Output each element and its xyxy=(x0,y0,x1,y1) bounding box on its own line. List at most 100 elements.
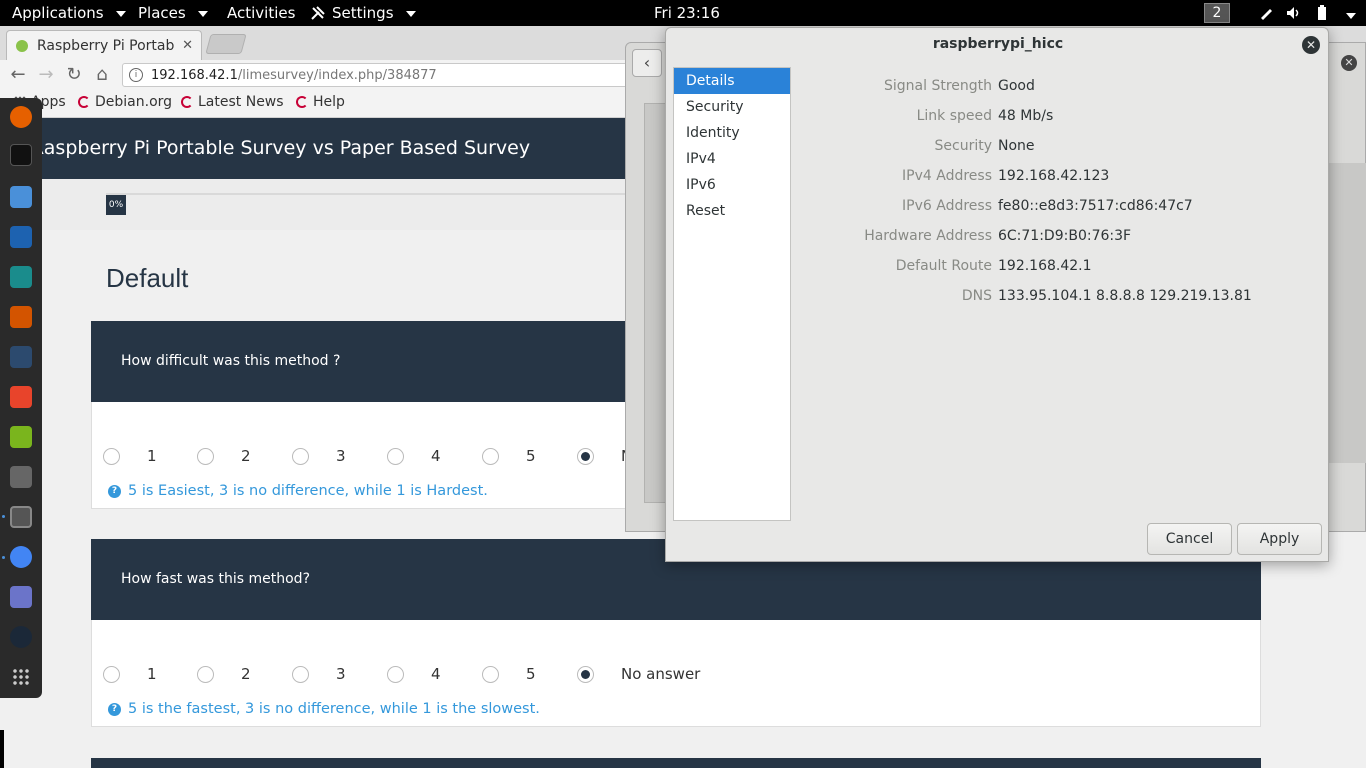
text-editor-icon[interactable] xyxy=(10,586,32,608)
answer-option-no-answer[interactable]: N xyxy=(577,447,632,465)
answer-option-no-answer[interactable]: No answer xyxy=(577,665,700,683)
chevron-down-icon[interactable] xyxy=(1346,13,1356,19)
answer-option[interactable]: 4 xyxy=(387,665,441,683)
radio-button[interactable] xyxy=(387,665,404,683)
show-applications-icon[interactable] xyxy=(12,668,30,686)
workspace-indicator[interactable]: 2 xyxy=(1204,3,1230,23)
radio-button-selected[interactable] xyxy=(577,447,594,465)
terminal-icon[interactable] xyxy=(10,144,32,166)
sidebar-item-ipv4[interactable]: IPv4 xyxy=(674,146,790,172)
detail-label: Link speed xyxy=(916,108,992,124)
running-indicator xyxy=(2,556,5,559)
bookmark-help[interactable]: Help xyxy=(296,94,345,110)
armitage-icon[interactable] xyxy=(10,266,32,288)
answer-option[interactable]: 1 xyxy=(103,665,157,683)
answer-option[interactable]: 5 xyxy=(482,447,536,465)
radio-button[interactable] xyxy=(292,447,309,465)
sidebar-item-ipv6[interactable]: IPv6 xyxy=(674,172,790,198)
question-answers: 1 2 3 4 5 No answer ? 5 is the fastest, 3… xyxy=(91,620,1261,727)
answer-option[interactable]: 2 xyxy=(197,665,251,683)
question-help: ? 5 is the fastest, 3 is no difference, w… xyxy=(108,701,540,717)
answer-option[interactable]: 4 xyxy=(387,447,441,465)
radio-button[interactable] xyxy=(482,665,499,683)
info-icon[interactable]: i xyxy=(129,68,143,82)
radio-button[interactable] xyxy=(103,447,120,465)
places-label: Places xyxy=(138,4,186,22)
back-icon[interactable]: ← xyxy=(8,65,28,85)
option-label: 4 xyxy=(431,665,441,683)
applications-menu[interactable]: Applications xyxy=(12,4,126,22)
battery-icon[interactable] xyxy=(1314,5,1330,21)
home-icon[interactable]: ⌂ xyxy=(92,65,112,85)
volume-icon[interactable] xyxy=(1286,5,1302,21)
radio-button[interactable] xyxy=(197,665,214,683)
question-mark-icon: ? xyxy=(108,484,121,498)
radio-button[interactable] xyxy=(197,447,214,465)
detail-label: IPv4 Address xyxy=(902,168,992,184)
answer-option[interactable]: 3 xyxy=(292,665,346,683)
answer-option[interactable]: 1 xyxy=(103,447,157,465)
faraday-icon[interactable] xyxy=(10,386,32,408)
answer-option[interactable]: 3 xyxy=(292,447,346,465)
sidebar-item-identity[interactable]: Identity xyxy=(674,120,790,146)
survey-title: Raspberry Pi Portable Survey vs Paper Ba… xyxy=(31,137,531,159)
settings-menu[interactable]: Settings xyxy=(310,4,416,22)
activities-label: Activities xyxy=(227,4,296,22)
keyboard-icon[interactable] xyxy=(10,466,32,488)
answer-option[interactable]: 2 xyxy=(197,447,251,465)
detail-row-signal: Signal Strength Good xyxy=(796,78,1316,108)
sidebar-item-security[interactable]: Security xyxy=(674,94,790,120)
radio-button[interactable] xyxy=(482,447,499,465)
reload-icon[interactable]: ↻ xyxy=(64,65,84,85)
close-icon[interactable]: ✕ xyxy=(1302,36,1320,54)
browser-tab[interactable]: Raspberry Pi Portable ✕ xyxy=(6,30,202,60)
debian-icon xyxy=(296,96,308,108)
sidebar-item-reset[interactable]: Reset xyxy=(674,198,790,224)
apply-button[interactable]: Apply xyxy=(1237,523,1322,555)
window-edge xyxy=(0,730,4,768)
option-label: 2 xyxy=(241,447,251,465)
close-icon[interactable]: ✕ xyxy=(182,38,193,53)
detail-label: DNS xyxy=(961,288,992,304)
chromium-icon[interactable] xyxy=(10,546,32,568)
back-button[interactable]: ‹ xyxy=(632,49,662,77)
option-label: 3 xyxy=(336,447,346,465)
chevron-down-icon xyxy=(115,11,126,17)
radio-button[interactable] xyxy=(292,665,309,683)
help-text: 5 is Easiest, 3 is no difference, while … xyxy=(128,483,488,499)
top-panel: Applications Places Activities Settings … xyxy=(0,0,1366,26)
firefox-icon[interactable] xyxy=(10,106,32,128)
sidebar-item-details[interactable]: Details xyxy=(674,68,790,94)
detail-label: Hardware Address xyxy=(864,228,992,244)
bookmark-debian[interactable]: Debian.org xyxy=(78,94,172,110)
radio-button[interactable] xyxy=(103,665,120,683)
answer-option[interactable]: 5 xyxy=(482,665,536,683)
clock[interactable]: Fri 23:16 xyxy=(654,4,720,22)
settings-app-icon[interactable] xyxy=(10,506,32,528)
wireshark-icon[interactable] xyxy=(10,346,32,368)
pen-icon[interactable] xyxy=(1258,5,1274,21)
notes-icon[interactable] xyxy=(10,426,32,448)
files-icon[interactable] xyxy=(10,186,32,208)
burpsuite-icon[interactable] xyxy=(10,306,32,328)
detail-row-hardware: Hardware Address 6C:71:D9:B0:76:3F xyxy=(796,228,1316,258)
detail-row-dns: DNS 133.95.104.1 8.8.8.8 129.219.13.81 xyxy=(796,288,1316,318)
url-bar[interactable]: i 192.168.42.1/limesurvey/index.php/3848… xyxy=(122,63,642,87)
radio-button-selected[interactable] xyxy=(577,665,594,683)
bookmark-label: Latest News xyxy=(198,94,284,110)
cancel-button[interactable]: Cancel xyxy=(1147,523,1232,555)
new-tab-button[interactable] xyxy=(205,34,247,54)
detail-row-security: Security None xyxy=(796,138,1316,168)
close-icon[interactable]: ✕ xyxy=(1341,55,1357,71)
forward-icon[interactable]: → xyxy=(36,65,56,85)
metasploit-icon[interactable] xyxy=(10,226,32,248)
detail-value: 192.168.42.123 xyxy=(998,168,1110,184)
steam-icon[interactable] xyxy=(10,626,32,648)
progress-label: 0% xyxy=(106,195,126,215)
places-menu[interactable]: Places xyxy=(138,4,208,22)
detail-label: Security xyxy=(934,138,993,154)
option-label: 5 xyxy=(526,447,536,465)
radio-button[interactable] xyxy=(387,447,404,465)
activities-button[interactable]: Activities xyxy=(227,4,295,22)
bookmark-latest-news[interactable]: Latest News xyxy=(181,94,284,110)
